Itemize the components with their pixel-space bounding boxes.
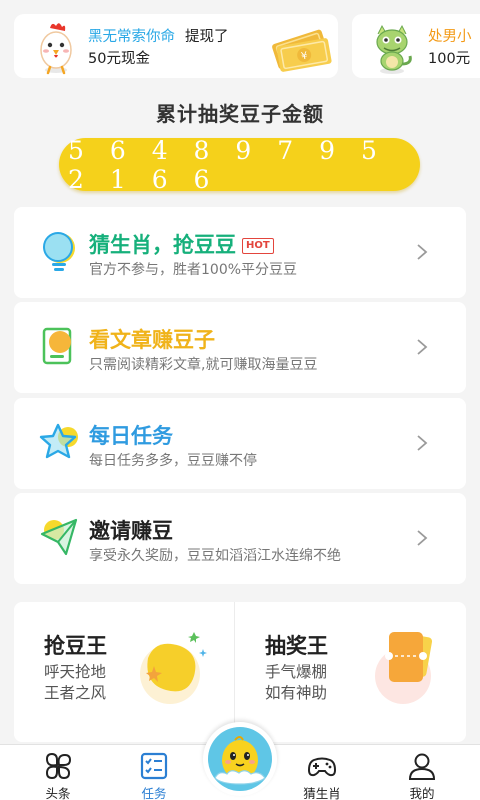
king-title: 抽奖王	[265, 634, 328, 658]
ticker-line: 黑无常索你命 提现了	[88, 25, 229, 46]
mascot-center-icon	[208, 727, 272, 791]
kings-panel: 抢豆王 呼天抢地 王者之风 抽奖王 手气爆棚 如有神助	[14, 602, 466, 742]
king-subtitle: 呼天抢地 王者之风	[44, 662, 106, 704]
total-amount-pill: 5 6 4 8 9 7 9 5 2 1 6 6	[59, 135, 420, 194]
clover-icon	[45, 752, 72, 780]
king-subtitle: 手气爆棚 如有神助	[265, 662, 327, 704]
ticker-card[interactable]: 黑无常索你命 提现了 50元现金 ¥	[14, 14, 338, 78]
chevron-right-icon	[417, 530, 428, 546]
task-title: 猜生肖，抢豆豆 HOT	[89, 229, 274, 259]
winner-action: 提现了	[185, 29, 229, 45]
task-daily[interactable]: 每日任务 每日任务多多，豆豆赚不停	[14, 398, 466, 489]
app: 黑无常索你命 提现了 50元现金 ¥ 处男小 100元 累计抽奖豆子金额 5 6…	[0, 0, 480, 800]
ticker-card[interactable]: 处男小 100元	[352, 14, 480, 78]
star-icon	[39, 423, 78, 459]
task-subtitle: 官方不参与，胜者100%平分豆豆	[89, 262, 298, 278]
chevron-right-icon	[417, 339, 428, 355]
chevron-right-icon	[417, 244, 428, 260]
tab-profile[interactable]: 我的	[382, 745, 462, 800]
task-guess-zodiac[interactable]: 猜生肖，抢豆豆 HOT 官方不参与，胜者100%平分豆豆	[14, 207, 466, 298]
winner-name: 黑无常索你命	[88, 29, 175, 45]
task-read-articles[interactable]: 看文章赚豆子 只需阅读精彩文章,就可赚取海量豆豆	[14, 302, 466, 393]
tab-tasks[interactable]: 任务	[114, 745, 194, 800]
total-amount: 5 6 4 8 9 7 9 5 2 1 6 6	[68, 135, 386, 194]
tab-label: 我的	[409, 786, 435, 800]
king-subtitle-line: 如有神助	[265, 684, 328, 702]
task-title: 看文章赚豆子	[89, 328, 215, 352]
task-title-text: 猜生肖，抢豆豆	[89, 233, 236, 257]
task-subtitle: 享受永久奖励，豆豆如滔滔江水连绵不绝	[89, 548, 341, 564]
bean-king-card[interactable]: 抢豆王 呼天抢地 王者之风	[14, 602, 234, 742]
king-subtitle-line: 呼天抢地	[44, 663, 107, 681]
profile-icon	[408, 753, 436, 780]
total-title: 累计抽奖豆子金额	[156, 102, 324, 126]
task-subtitle: 只需阅读精彩文章,就可赚取海量豆豆	[89, 357, 318, 373]
winner-amount: 50元现金	[88, 51, 150, 67]
winner-amount: 100元	[428, 51, 471, 67]
tab-guess-zodiac[interactable]: 猜生肖	[282, 745, 362, 800]
chevron-right-icon	[417, 435, 428, 451]
lightbulb-icon	[43, 232, 75, 271]
tab-label: 猜生肖	[303, 786, 341, 800]
checklist-icon	[140, 752, 168, 780]
paper-plane-icon	[40, 518, 78, 556]
ticket-illustration-icon	[375, 632, 433, 704]
winners-ticker: 黑无常索你命 提现了 50元现金 ¥ 处男小 100元	[14, 14, 480, 78]
ticker-line: 处男小	[428, 25, 472, 46]
chicken-avatar-icon	[40, 23, 72, 75]
task-title: 每日任务	[89, 424, 173, 448]
task-title: 邀请赚豆	[89, 519, 173, 543]
tab-headlines[interactable]: 头条	[18, 745, 98, 800]
task-invite[interactable]: 邀请赚豆 享受永久奖励，豆豆如滔滔江水连绵不绝	[14, 493, 466, 584]
center-mascot-button[interactable]	[203, 722, 277, 796]
document-icon	[42, 327, 72, 365]
hot-badge: HOT	[242, 238, 274, 254]
cash-icon: ¥	[272, 29, 332, 72]
king-title: 抢豆王	[44, 634, 107, 658]
king-subtitle-line: 王者之风	[44, 684, 107, 702]
winner-name: 处男小	[428, 29, 472, 45]
dragon-avatar-icon	[376, 24, 412, 74]
lottery-king-card[interactable]: 抽奖王 手气爆棚 如有神助	[235, 602, 466, 742]
king-subtitle-line: 手气爆棚	[265, 663, 328, 681]
task-subtitle: 每日任务多多，豆豆赚不停	[89, 453, 257, 469]
tab-label: 头条	[45, 786, 71, 800]
gamepad-icon	[307, 757, 337, 777]
tab-label: 任务	[141, 786, 167, 800]
bean-illustration-icon	[140, 632, 207, 704]
